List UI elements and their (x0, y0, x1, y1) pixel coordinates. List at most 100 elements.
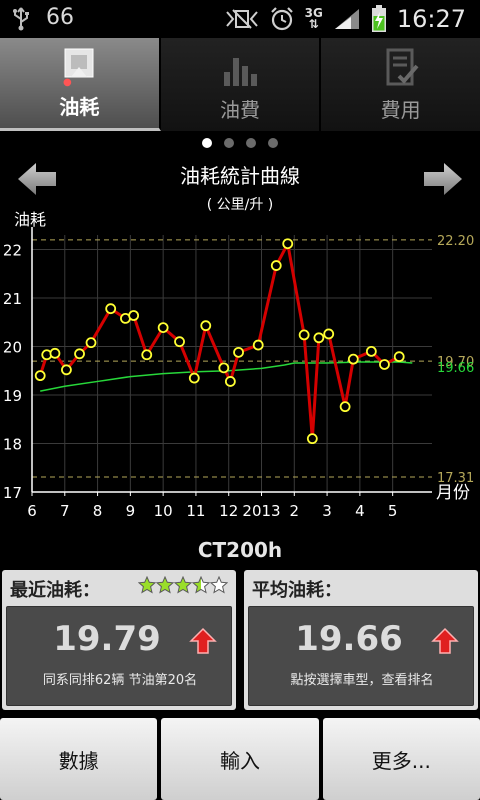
average-consumption-value: 19.66 (295, 619, 403, 659)
signal-strength-icon (334, 9, 359, 29)
x-tick-label: 12 (219, 502, 238, 520)
reference-line-label: 22.20 (437, 234, 474, 249)
x-axis-label: 月份 (436, 483, 470, 503)
vibrate-icon (225, 9, 258, 29)
tab-fuel-cost[interactable]: 油費 (160, 38, 322, 131)
data-point (218, 362, 230, 374)
y-axis-label: 油耗 (14, 210, 46, 229)
y-tick-label: 17 (3, 484, 22, 502)
recent-consumption-value: 19.79 (53, 619, 161, 659)
data-point (200, 320, 212, 332)
status-bar: 66 3G ⇅ 16:27 (0, 0, 480, 38)
data-point (141, 349, 153, 361)
data-point (157, 322, 169, 334)
bottom-button-bar: 數據 輸入 更多... (0, 716, 480, 800)
bar-chart-icon (224, 58, 257, 86)
data-point (61, 364, 72, 376)
data-point (128, 310, 140, 321)
page-dot-3 (246, 138, 256, 148)
data-point (393, 351, 405, 363)
chart-title: 油耗統計曲線 (180, 164, 300, 188)
data-point (339, 401, 351, 413)
tab-label: 費用 (380, 98, 421, 122)
arrow-right-icon[interactable] (422, 162, 464, 196)
data-point (298, 329, 310, 341)
average-consumption-title: 平均油耗： (252, 580, 342, 601)
data-point (365, 345, 377, 357)
battery-percent-text: 66 (46, 5, 74, 30)
vehicle-model[interactable]: CT200h (0, 538, 480, 562)
x-tick-label: 6 (27, 502, 37, 520)
average-series-label: 19.66 (437, 361, 474, 376)
data-point (282, 238, 294, 250)
recent-consumption-title: 最近油耗： (10, 580, 100, 601)
data-point (252, 339, 264, 351)
data-button[interactable]: 數據 (0, 718, 158, 800)
page-dot-1 (202, 138, 212, 148)
y-tick-label: 21 (3, 290, 22, 308)
checklist-icon (386, 48, 419, 86)
x-tick-label: 2013 (242, 502, 280, 520)
x-tick-label: 7 (60, 502, 70, 520)
data-point (306, 433, 318, 445)
fuel-consumption-icon: ● (63, 48, 94, 87)
tab-bar: ● 油耗 油費 費用 (0, 38, 480, 131)
alarm-icon (270, 7, 293, 31)
input-button[interactable]: 輸入 (161, 718, 319, 800)
data-point (49, 347, 61, 359)
svg-text:●: ● (63, 77, 72, 87)
more-button[interactable]: 更多... (322, 718, 480, 800)
data-point (347, 353, 359, 365)
x-tick-label: 5 (388, 502, 398, 520)
network-type-indicator: 3G ⇅ (305, 7, 323, 31)
tab-label: 油費 (220, 98, 260, 122)
up-arrow-icon (431, 627, 459, 654)
rating-stars (138, 576, 228, 594)
star-icon (138, 576, 156, 594)
clock: 16:27 (396, 5, 466, 33)
x-tick-label: 11 (186, 502, 205, 520)
x-tick-label: 4 (355, 502, 365, 520)
data-point (105, 303, 117, 315)
tab-fuel-consumption[interactable]: ● 油耗 (0, 38, 161, 131)
data-point (233, 346, 244, 358)
x-tick-label: 10 (154, 502, 173, 520)
recent-consumption-panel: 最近油耗： 19.79 同系同排62辆 节油第20名 (2, 570, 236, 710)
y-tick-label: 22 (3, 242, 22, 260)
data-activity-icon: ⇅ (308, 17, 319, 31)
data-point (174, 336, 185, 348)
x-tick-label: 8 (93, 502, 103, 520)
data-point (379, 359, 390, 370)
average-consumption-box[interactable]: 19.66 點按選擇車型，查看排名 (248, 606, 474, 706)
x-tick-label: 3 (322, 502, 332, 520)
data-point (224, 376, 236, 387)
page-dot-2 (224, 138, 234, 148)
page-indicator (0, 138, 480, 150)
x-tick-label: 2 (290, 502, 300, 520)
tab-expenses[interactable]: 費用 (321, 38, 480, 131)
average-consumption-panel: 平均油耗： 19.66 點按選擇車型，查看排名 (244, 570, 478, 710)
star-icon (192, 576, 210, 594)
data-point (270, 260, 282, 271)
usb-icon (13, 7, 29, 31)
star-icon (210, 576, 228, 594)
page-dot-4 (268, 138, 278, 148)
recent-consumption-rank: 同系同排62辆 节油第20名 (42, 673, 198, 688)
x-tick-label: 9 (126, 502, 136, 520)
data-point (34, 370, 46, 382)
data-point (85, 337, 97, 349)
data-point (188, 372, 200, 384)
data-point (74, 348, 85, 360)
up-arrow-icon (189, 627, 217, 654)
y-tick-label: 18 (3, 436, 22, 454)
average-consumption-hint: 點按選擇車型，查看排名 (290, 673, 434, 688)
star-icon (156, 576, 174, 594)
tab-label: 油耗 (59, 95, 100, 119)
data-point (313, 332, 325, 344)
fuel-consumption-chart: 22.2019.7017.311718192021226 7 8 9 10 11 12 201… (3, 210, 474, 520)
battery-charging-icon (371, 5, 386, 32)
y-tick-label: 19 (3, 387, 22, 405)
star-icon (174, 576, 192, 594)
recent-consumption-box[interactable]: 19.79 同系同排62辆 节油第20名 (6, 606, 232, 706)
y-tick-label: 20 (3, 339, 22, 357)
